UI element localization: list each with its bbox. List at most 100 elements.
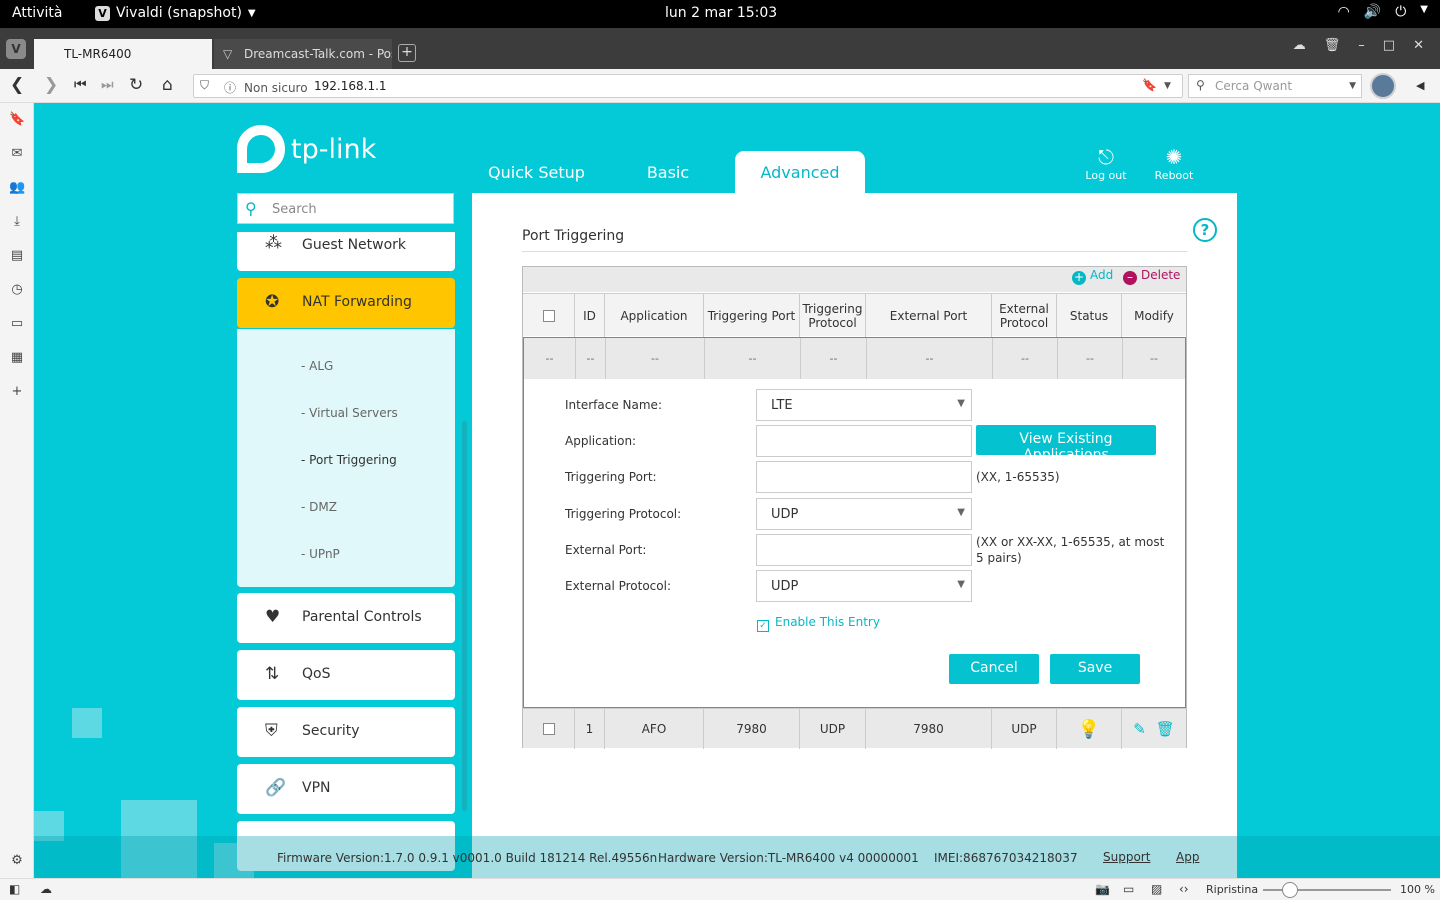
submenu-dmz[interactable]: - DMZ	[301, 500, 337, 514]
external-port-input[interactable]	[756, 534, 972, 566]
column-header: Modify	[1134, 308, 1174, 323]
checkmark-icon: ✓	[757, 620, 769, 632]
minus-icon: –	[1123, 271, 1137, 285]
back-button[interactable]: ❮	[10, 75, 24, 95]
menu-item-nat-forwarding[interactable]: ✪ NAT Forwarding	[237, 278, 455, 328]
submenu-virtual-servers[interactable]: - Virtual Servers	[301, 406, 398, 420]
contacts-icon[interactable]: 👥	[9, 180, 25, 196]
tab-title: Dreamcast-Talk.com - Post	[244, 47, 392, 61]
chevron-down-icon[interactable]: ▼	[1164, 81, 1171, 91]
cancel-button[interactable]: Cancel	[949, 654, 1039, 684]
clock[interactable]: lun 2 mar 15:03	[665, 5, 777, 21]
delete-icon[interactable]: 🗑	[1156, 720, 1175, 738]
external-port-hint: (XX or XX-XX, 1-65535, at most 5 pairs)	[976, 535, 1165, 565]
menu-scrollbar[interactable]	[462, 421, 467, 811]
app-menu[interactable]: V Vivaldi (snapshot) ▼	[95, 5, 256, 21]
column-header: Status	[1057, 294, 1122, 337]
edit-icon[interactable]: ✎	[1133, 720, 1146, 738]
select-all-checkbox[interactable]	[542, 309, 555, 322]
maximize-button[interactable]: □	[1383, 38, 1395, 53]
search-engine-field[interactable]: ⚲ Cerca Qwant ▼	[1188, 74, 1362, 98]
security-label[interactable]: ⓘ Non sicuro	[224, 79, 308, 96]
profile-avatar[interactable]	[1370, 73, 1396, 99]
tab-quick-setup[interactable]: Quick Setup	[474, 151, 599, 193]
url-text[interactable]: 192.168.1.1	[314, 79, 387, 93]
bookmark-icon[interactable]: 🔖	[1142, 78, 1157, 92]
favicon-icon: ▽	[223, 47, 233, 61]
triggering-port-input[interactable]	[756, 461, 972, 493]
panel-toggle-icon[interactable]: ◧	[9, 882, 20, 896]
home-button[interactable]: ⌂	[162, 75, 173, 95]
menu-item-qos[interactable]: ⇅ QoS	[237, 650, 455, 700]
help-icon[interactable]: ?	[1193, 218, 1217, 242]
window-icon[interactable]: ▭	[9, 316, 25, 332]
downloads-icon[interactable]: ⤓	[9, 214, 25, 230]
interface-name-label: Interface Name:	[565, 398, 662, 412]
submenu-upnp[interactable]: - UPnP	[301, 547, 340, 561]
submenu-port-triggering[interactable]: - Port Triggering	[301, 453, 397, 467]
zoom-slider-handle[interactable]	[1282, 882, 1298, 898]
menu-item-vpn[interactable]: 🔗 VPN	[237, 764, 455, 814]
tab-advanced[interactable]: Advanced	[735, 151, 865, 195]
chevron-down-icon[interactable]: ▼	[1349, 81, 1356, 91]
status-bulb-icon[interactable]: 💡	[1057, 709, 1122, 749]
tab-basic[interactable]: Basic	[622, 151, 714, 193]
history-icon[interactable]: ◷	[9, 282, 25, 298]
tab-tl-mr6400[interactable]: TL-MR6400	[34, 39, 212, 69]
mail-icon[interactable]: ✉	[9, 146, 25, 162]
capture-icon[interactable]: 📷	[1095, 882, 1110, 896]
interface-name-select[interactable]: LTE ▼	[756, 389, 972, 421]
select-all-cell	[523, 294, 575, 337]
url-field[interactable]: ⛉ ⓘ Non sicuro 192.168.1.1 🔖 ▼	[193, 74, 1183, 98]
save-button[interactable]: Save	[1050, 654, 1140, 684]
images-icon[interactable]: ▨	[1151, 882, 1162, 896]
application-input[interactable]	[756, 425, 972, 457]
menu-item-parental-controls[interactable]: ♥ Parental Controls	[237, 593, 455, 643]
forward-button[interactable]: ❯	[44, 75, 58, 95]
view-existing-applications-button[interactable]: View Existing Applications	[976, 425, 1156, 463]
add-button[interactable]: + Add	[1072, 268, 1113, 285]
activities-button[interactable]: Attività	[12, 5, 62, 21]
row-checkbox[interactable]	[542, 723, 555, 735]
volume-icon: 🔊	[1363, 4, 1382, 20]
menu-item-security[interactable]: ⛨ Security	[237, 707, 455, 757]
menu-item-guest-network[interactable]: ⁂ Guest Network	[237, 232, 455, 271]
menu-search-input[interactable]: ⚲ Search	[237, 193, 454, 224]
vivaldi-menu-button[interactable]: V	[6, 39, 26, 59]
external-protocol-select[interactable]: UDP ▼	[756, 570, 972, 602]
new-tab-button[interactable]: +	[398, 44, 416, 62]
tp-link-mark-icon	[237, 125, 285, 173]
tab-dreamcast-talk[interactable]: ▽ Dreamcast-Talk.com - Post	[214, 39, 392, 69]
trash-icon[interactable]: 🗑	[1324, 38, 1341, 53]
submenu-alg[interactable]: - ALG	[301, 359, 333, 373]
support-link[interactable]: Support	[1103, 850, 1150, 864]
delete-button[interactable]: – Delete	[1123, 268, 1180, 285]
app-link[interactable]: App	[1176, 850, 1199, 864]
enable-entry-checkbox[interactable]: ✓ Enable This Entry	[757, 615, 880, 632]
reload-button[interactable]: ↻	[129, 75, 143, 95]
close-window-button[interactable]: ✕	[1413, 38, 1424, 53]
rewind-button[interactable]: ⏮	[74, 77, 87, 93]
triggering-protocol-select[interactable]: UDP ▼	[756, 498, 972, 530]
minimize-button[interactable]: –	[1358, 38, 1365, 53]
system-menu[interactable]: ◠ 🔊 ⏻ ▼	[1338, 4, 1428, 20]
column-header: ID	[575, 294, 605, 337]
reboot-button[interactable]: ✺ Reboot	[1144, 145, 1204, 182]
settings-gear-icon[interactable]: ⚙	[9, 853, 25, 869]
calendar-icon[interactable]: ▦	[9, 350, 25, 366]
sync-cloud-icon[interactable]: ☁	[40, 882, 52, 896]
notes-icon[interactable]: ▤	[9, 248, 25, 264]
external-port-label: External Port:	[565, 543, 647, 557]
page-actions-icon[interactable]: ‹›	[1179, 882, 1189, 896]
shield-icon[interactable]: ⛉	[200, 78, 209, 93]
fast-forward-button[interactable]: ⏭	[101, 77, 114, 93]
panel-toggle-button[interactable]: ◀	[1416, 79, 1424, 92]
advanced-menu: ⁂ Guest Network - ALG - Virtual Servers …	[237, 232, 455, 878]
triggering-port-label: Triggering Port:	[565, 470, 657, 484]
bookmarks-icon[interactable]: 🔖	[9, 112, 25, 128]
logout-button[interactable]: ⎋ Log out	[1076, 145, 1136, 182]
add-panel-icon[interactable]: +	[9, 384, 25, 400]
tiling-icon[interactable]: ▭	[1123, 882, 1134, 896]
cloud-icon[interactable]: ☁	[1293, 38, 1306, 53]
zoom-reset-button[interactable]: Ripristina	[1206, 883, 1258, 896]
